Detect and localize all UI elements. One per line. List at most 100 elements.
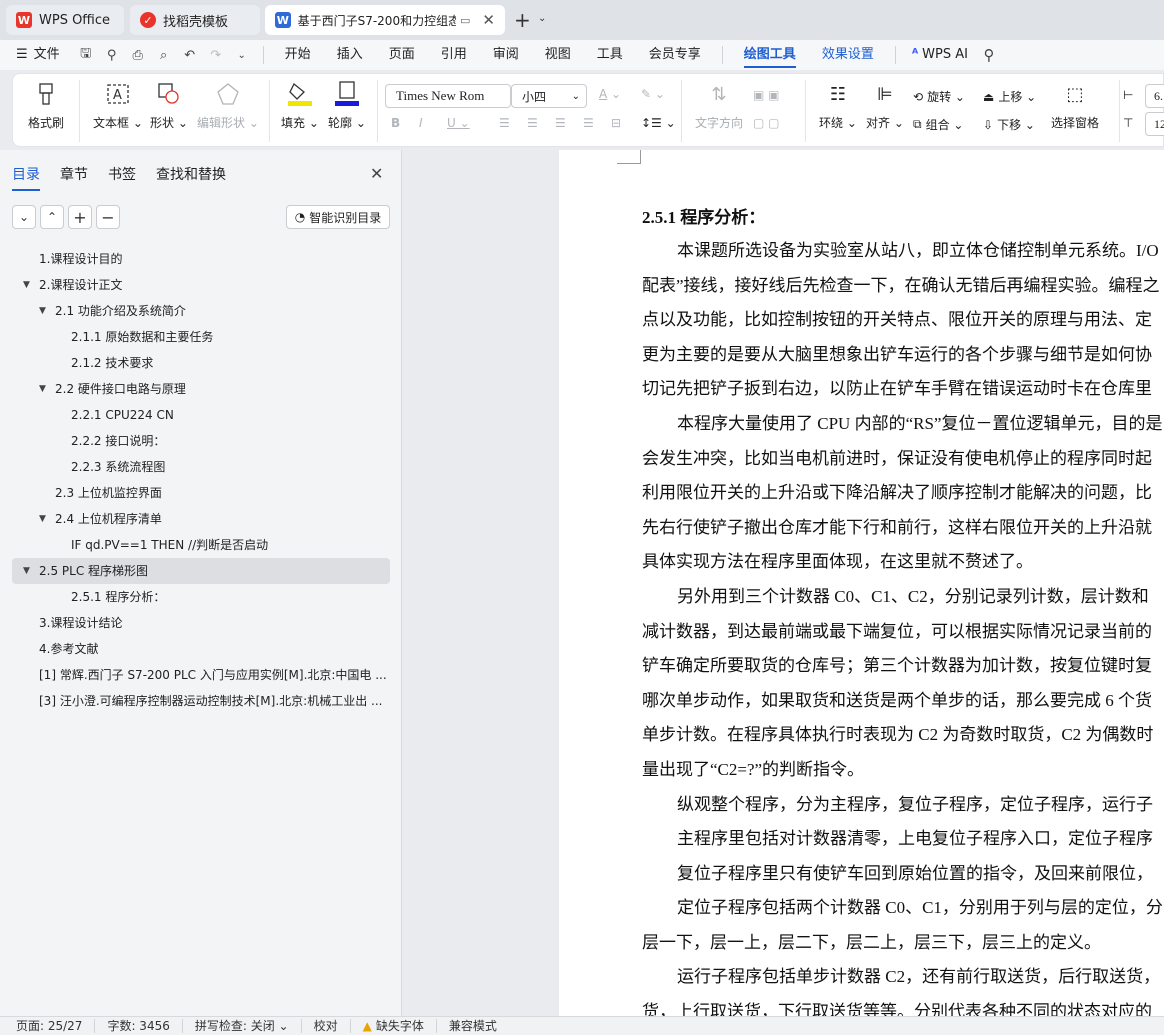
menu-file[interactable]: ☰ 文件 (0, 40, 73, 70)
text-box-option-icon[interactable]: ▣ ▣ (753, 88, 780, 102)
expand-arrow-icon[interactable]: ▼ (39, 376, 46, 402)
font-name-select[interactable]: Times New Rom (385, 84, 511, 108)
nav-tab-bookmarks[interactable]: 书签 (108, 164, 136, 191)
edit-shape-button[interactable]: 编辑形状 ⌄ (197, 80, 259, 131)
remove-heading-button[interactable]: − (96, 205, 120, 229)
spell-check-toggle[interactable]: 拼写检查: 关闭 ⌄ (183, 1019, 302, 1033)
shape-button[interactable]: 形状 ⌄ (150, 80, 188, 131)
wrap-button[interactable]: ☷ 环绕 ⌄ (819, 80, 857, 131)
document-page[interactable]: 2.5.1 程序分析： 本课题所选设备为实验室从站八，即立体仓储控制单元系统。I… (559, 150, 1164, 1016)
menu-effect-settings[interactable]: 效果设置 (809, 40, 887, 70)
wrap-icon: ☷ (829, 83, 846, 105)
menu-tools[interactable]: 工具 (584, 40, 636, 70)
toc-item[interactable]: ▼ 2.1 功能介绍及系统简介 (12, 298, 390, 324)
align-right-icon[interactable]: ☰ (555, 116, 566, 130)
menu-page[interactable]: 页面 (376, 40, 428, 70)
expand-arrow-icon[interactable]: ▼ (23, 272, 30, 298)
collapse-up-button[interactable]: ⌃ (40, 205, 64, 229)
font-size-select[interactable]: 小四 ⌄ (511, 84, 587, 108)
toc-item[interactable]: 2.2.1 CPU224 CN (12, 402, 390, 428)
shape-height-input[interactable]: 12 (1145, 112, 1164, 136)
expand-arrow-icon[interactable]: ▼ (39, 506, 46, 532)
undo-icon[interactable]: ↶ (179, 44, 201, 66)
textbox-button[interactable]: A 文本框 ⌄ (93, 80, 143, 131)
missing-font-button[interactable]: ▲ 缺失字体 (351, 1019, 437, 1033)
rotate-button[interactable]: ⟲ 旋转 ⌄ (913, 88, 965, 105)
monitor-icon[interactable]: ▭ (460, 14, 470, 27)
nav-tab-chapters[interactable]: 章节 (60, 164, 88, 191)
toc-item[interactable]: 3.课程设计结论 (12, 610, 390, 636)
bold-icon[interactable]: B (391, 116, 400, 130)
toc-item[interactable]: 2.3 上位机监控界面 (12, 480, 390, 506)
menu-wps-ai[interactable]: ᴬ WPS AI (904, 40, 976, 70)
toc-item[interactable]: ▼ 2.2 硬件接口电路与原理 (12, 376, 390, 402)
document-body: 2.5.1 程序分析： 本课题所选设备为实验室从站八，即立体仓储控制单元系统。I… (642, 202, 1164, 1016)
nav-tab-toc[interactable]: 目录 (12, 164, 40, 191)
toc-item[interactable]: ▼ 2.5 PLC 程序梯形图 (12, 558, 390, 584)
proofread-button[interactable]: 校对 (302, 1019, 351, 1033)
toc-item[interactable]: 2.2.2 接口说明： (12, 428, 390, 454)
save-icon[interactable]: 🖫 (75, 44, 97, 66)
share-icon[interactable]: ⚲ (101, 44, 123, 66)
text-direction-button[interactable]: ⇅ 文字方向 (695, 80, 743, 131)
toc-item[interactable]: 2.1.2 技术要求 (12, 350, 390, 376)
expand-down-button[interactable]: ⌄ (12, 205, 36, 229)
toc-item[interactable]: 2.2.3 系统流程图 (12, 454, 390, 480)
shape-width-input[interactable]: 6. (1145, 84, 1164, 108)
toc-item[interactable]: 2.1.1 原始数据和主要任务 (12, 324, 390, 350)
toc-item[interactable]: [3] 汪小澄.可编程序控制器运动控制技术[M].北京:机械工业出 ... (12, 688, 390, 714)
new-tab-icon[interactable]: + (514, 8, 531, 32)
menu-member[interactable]: 会员专享 (636, 40, 714, 70)
group-button[interactable]: ⧉ 组合 ⌄ (913, 116, 963, 133)
toc-item[interactable]: ▼ 2.4 上位机程序清单 (12, 506, 390, 532)
outline-button[interactable]: 轮廓 ⌄ (328, 80, 366, 131)
font-color-icon[interactable]: A ⌄ (599, 87, 621, 101)
page-indicator[interactable]: 页面: 25/27 (0, 1019, 96, 1033)
underline-icon[interactable]: U ⌄ (447, 116, 470, 130)
expand-arrow-icon[interactable]: ▼ (23, 558, 30, 584)
menu-insert[interactable]: 插入 (324, 40, 376, 70)
toc-item-label: [1] 常辉.西门子 S7-200 PLC 入门与应用实例[M].北京:中国电 … (39, 668, 387, 682)
redo-icon[interactable]: ↷ (205, 44, 227, 66)
smart-toc-button[interactable]: ◔ 智能识别目录 (286, 205, 390, 229)
align-left-icon[interactable]: ☰ (499, 116, 510, 130)
close-icon[interactable]: ✕ (370, 164, 383, 183)
word-count[interactable]: 字数: 3456 (95, 1019, 183, 1033)
menu-home[interactable]: 开始 (272, 40, 324, 70)
send-backward-button[interactable]: ⇩ 下移 ⌄ (983, 116, 1035, 133)
menu-drawing-tools[interactable]: 绘图工具 (731, 40, 809, 70)
distribute-icon[interactable]: ⊟ (611, 116, 621, 130)
align-center-icon[interactable]: ☰ (527, 116, 538, 130)
text-box-option-icon[interactable]: ▢ ▢ (753, 116, 780, 130)
search-icon[interactable]: ⚲ (978, 44, 1000, 66)
line-spacing-icon[interactable]: ↕☰ ⌄ (641, 116, 676, 130)
toc-item[interactable]: IF qd.PV==1 THEN //判断是否启动 (12, 532, 390, 558)
menu-references[interactable]: 引用 (428, 40, 480, 70)
highlight-icon[interactable]: ✎ ⌄ (641, 87, 665, 101)
close-tab-icon[interactable]: ✕ (482, 11, 495, 29)
fill-button[interactable]: 填充 ⌄ (281, 80, 319, 131)
print-preview-icon[interactable]: ⌕ (153, 44, 175, 66)
selection-pane-button[interactable]: ⬚ 选择窗格 (1051, 80, 1099, 131)
justify-icon[interactable]: ☰ (583, 116, 594, 130)
toc-item[interactable]: ▼ 2.课程设计正文 (12, 272, 390, 298)
toc-item[interactable]: 2.5.1 程序分析： (12, 584, 390, 610)
add-heading-button[interactable]: + (68, 205, 92, 229)
menu-view[interactable]: 视图 (532, 40, 584, 70)
more-chevron-icon[interactable]: ⌄ (231, 44, 253, 66)
expand-arrow-icon[interactable]: ▼ (39, 298, 46, 324)
print-icon[interactable]: ⎙ (127, 44, 149, 66)
toc-item[interactable]: 4.参考文献 (12, 636, 390, 662)
tab-template[interactable]: ✓ 找稻壳模板 (130, 5, 260, 35)
italic-icon[interactable]: I (419, 116, 423, 130)
chevron-down-icon[interactable]: ⌄ (538, 13, 546, 24)
nav-tab-find-replace[interactable]: 查找和替换 (156, 164, 226, 191)
align-button[interactable]: ⊫ 对齐 ⌄ (866, 80, 904, 131)
toc-item[interactable]: 1.课程设计目的 (12, 246, 390, 272)
bring-forward-button[interactable]: ⏏ 上移 ⌄ (983, 88, 1036, 105)
menu-review[interactable]: 审阅 (480, 40, 532, 70)
toc-item[interactable]: [1] 常辉.西门子 S7-200 PLC 入门与应用实例[M].北京:中国电 … (12, 662, 390, 688)
tab-wps-office[interactable]: W WPS Office (6, 5, 124, 35)
format-painter-button[interactable]: 格式刷 (28, 80, 64, 131)
tab-document[interactable]: W 基于西门子S7-200和力控组态 ▭ ✕ (265, 5, 505, 35)
